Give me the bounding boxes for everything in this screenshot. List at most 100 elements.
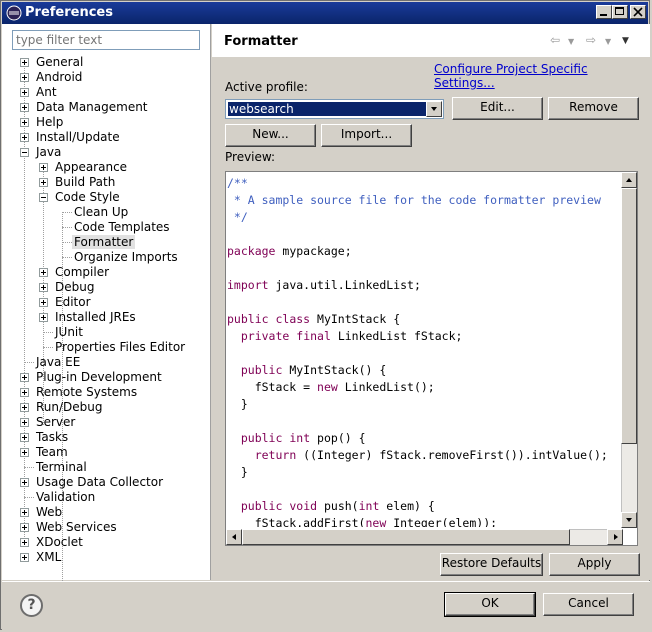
profile-combo[interactable]: websearch [225,99,444,119]
tree-item[interactable]: Ant [2,85,211,100]
scroll-up-button[interactable] [621,172,637,188]
tree-item[interactable]: XML [2,550,211,565]
expand-icon[interactable] [20,538,29,547]
expand-icon[interactable] [20,433,29,442]
tree-item[interactable]: Android [2,70,211,85]
expand-icon[interactable] [39,268,48,277]
restore-defaults-button[interactable]: Restore Defaults [440,553,543,576]
tree-item[interactable]: Clean Up [2,205,211,220]
tree-item[interactable]: Usage Data Collector [2,475,211,490]
tree-item[interactable]: Tasks [2,430,211,445]
ok-button[interactable]: OK [444,592,536,617]
tree-item[interactable]: Code Templates [2,220,211,235]
collapse-icon[interactable] [39,193,48,202]
expand-icon[interactable] [39,163,48,172]
tree-item[interactable]: Debug [2,280,211,295]
collapse-icon[interactable] [20,148,29,157]
expand-icon[interactable] [20,478,29,487]
back-arrow-icon[interactable]: ⇦ [550,33,560,47]
tree-item-label: Remote Systems [36,385,138,399]
expand-icon[interactable] [20,58,29,67]
tree-item[interactable]: Formatter [2,235,211,250]
vertical-scrollbar[interactable] [621,172,637,528]
back-dropdown-icon[interactable]: ▼ [568,37,574,46]
page-header: Formatter ⇦ ▼ ⇨ ▼ ▼ [212,24,650,58]
tree-item-label: Install/Update [36,130,120,144]
edit-button[interactable]: Edit... [452,97,543,120]
scroll-left-button[interactable] [226,529,242,545]
expand-icon[interactable] [20,373,29,382]
apply-button[interactable]: Apply [549,553,640,576]
tree-item[interactable]: General [2,55,211,70]
tree-item[interactable]: Plug-in Development [2,370,211,385]
tree-item[interactable]: Compiler [2,265,211,280]
tree-item[interactable]: Install/Update [2,130,211,145]
horizontal-scroll-thumb[interactable] [242,529,570,545]
tree-item[interactable]: Code Style [2,190,211,205]
tree-item[interactable]: Editor [2,295,211,310]
filter-input[interactable] [12,30,200,50]
tree-item[interactable]: Java EE [2,355,211,370]
expand-icon[interactable] [20,133,29,142]
tree-item[interactable]: Data Management [2,100,211,115]
scroll-down-button[interactable] [621,512,637,528]
expand-icon[interactable] [39,298,48,307]
tree-item[interactable]: Web Services [2,520,211,535]
eclipse-icon [6,5,22,21]
tree-item[interactable]: Team [2,445,211,460]
tree-item[interactable]: Help [2,115,211,130]
tree-item[interactable]: Java [2,145,211,160]
expand-icon[interactable] [20,553,29,562]
code-preview[interactable]: /** * A sample source file for the code … [225,171,638,546]
expand-icon[interactable] [20,118,29,127]
code-line: public class MyIntStack { [227,311,622,328]
expand-icon[interactable] [39,178,48,187]
code-line: */ [227,209,622,226]
tree-item[interactable]: Properties Files Editor [2,340,211,355]
close-button[interactable] [630,5,646,19]
title-bar[interactable]: Preferences [2,2,648,24]
tree-item[interactable]: Server [2,415,211,430]
tree-item[interactable]: XDoclet [2,535,211,550]
tree-item[interactable]: JUnit [2,325,211,340]
code-token: public [227,312,269,326]
tree-item[interactable]: Run/Debug [2,400,211,415]
expand-icon[interactable] [20,388,29,397]
tree-item[interactable]: Appearance [2,160,211,175]
expand-icon[interactable] [20,73,29,82]
tree-item[interactable]: Web [2,505,211,520]
chevron-down-icon[interactable] [426,101,442,117]
tree-item[interactable]: Installed JREs [2,310,211,325]
expand-icon[interactable] [20,448,29,457]
expand-icon[interactable] [39,313,48,322]
expand-icon[interactable] [20,103,29,112]
tree-item[interactable]: Remote Systems [2,385,211,400]
code-token: class [275,312,311,326]
scroll-right-button[interactable] [607,529,623,545]
tree-item[interactable]: Validation [2,490,211,505]
vertical-scroll-thumb[interactable] [621,188,637,444]
configure-project-settings-link[interactable]: Configure Project Specific Settings... [434,62,650,90]
minimize-button[interactable] [596,5,612,19]
help-icon[interactable]: ? [20,594,43,617]
expand-icon[interactable] [39,283,48,292]
forward-dropdown-icon[interactable]: ▼ [605,37,611,46]
maximize-button[interactable] [612,5,628,19]
tree-item[interactable]: Terminal [2,460,211,475]
new-button[interactable]: New... [225,124,316,147]
expand-icon[interactable] [20,88,29,97]
forward-arrow-icon[interactable]: ⇨ [586,33,596,47]
horizontal-scrollbar[interactable] [226,529,623,545]
cancel-button[interactable]: Cancel [543,593,634,616]
expand-icon[interactable] [20,523,29,532]
expand-icon[interactable] [20,418,29,427]
code-line: } [227,464,622,481]
expand-icon[interactable] [20,508,29,517]
tree-item[interactable]: Build Path [2,175,211,190]
expand-icon[interactable] [20,403,29,412]
import-button[interactable]: Import... [321,124,412,147]
view-menu-icon[interactable]: ▼ [622,36,629,46]
tree-item[interactable]: Organize Imports [2,250,211,265]
remove-button[interactable]: Remove [548,97,639,120]
